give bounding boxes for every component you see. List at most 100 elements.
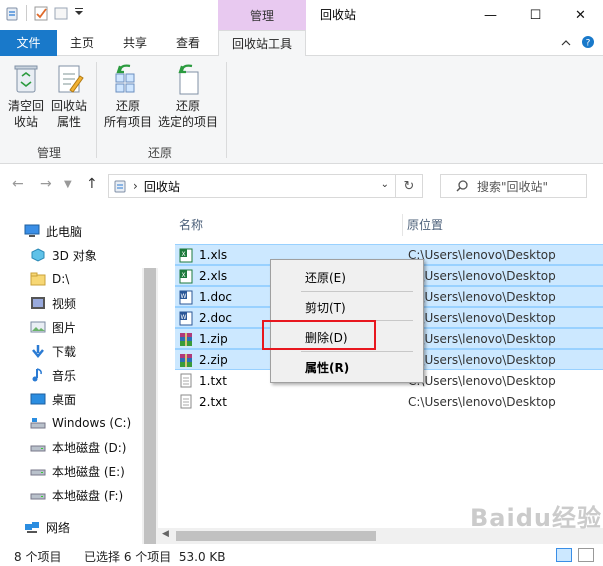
svg-text:?: ? [586,39,591,49]
column-header-name[interactable]: 名称 [179,216,203,236]
recent-dropdown-icon[interactable]: ▼ [64,179,72,190]
empty-bin-icon [10,62,42,96]
computer-icon [24,224,40,238]
nav-label: 本地磁盘 (F:) [52,488,124,503]
nav-scrollbar-thumb[interactable] [144,268,156,544]
video-icon [30,296,46,310]
nav-item-this-pc[interactable]: 此电脑 [24,220,82,242]
svg-text:W: W [181,293,187,300]
table-row[interactable]: 2.txt C:\Users\lenovo\Desktop [175,391,603,412]
group-label-manage: 管理 [37,146,62,160]
file-name: 1.zip [199,331,228,346]
nav-item-network[interactable]: 网络 [24,516,70,538]
text-file-icon [179,373,193,388]
nav-item-videos[interactable]: 视频 [30,292,76,314]
address-box[interactable]: › 回收站 ⌄ [108,174,396,198]
nav-item-local-f[interactable]: 本地磁盘 (F:) [30,484,123,506]
ribbon-separator-2 [226,62,227,158]
empty-recycle-bin-button[interactable]: 清空回 收站 [6,62,46,130]
zip-archive-icon [179,353,193,368]
breadcrumb-chevron-icon[interactable]: › [133,179,138,193]
qat-dropdown-icon[interactable] [73,5,89,21]
file-name: 2.txt [199,394,227,409]
nav-item-local-d[interactable]: 本地磁盘 (D:) [30,436,126,458]
nav-label: Windows (C:) [52,416,132,430]
properties-icon [53,62,85,96]
word-file-icon: W [179,311,193,326]
back-arrow-icon[interactable]: ← [12,176,24,192]
file-location: C:\Users\lenovo\Desktop [408,352,556,367]
tab-recycle-bin-tools[interactable]: 回收站工具 [218,30,306,57]
menu-separator [301,291,413,292]
new-folder-icon[interactable] [53,5,69,21]
horizontal-scrollbar-thumb[interactable] [176,531,376,541]
tab-view[interactable]: 查看 [163,30,213,56]
tab-file[interactable]: 文件 [0,30,57,56]
nav-item-3d-objects[interactable]: 3D 对象 [30,244,97,266]
svg-text:X: X [181,251,185,258]
nav-item-desktop[interactable]: 桌面 [30,388,76,410]
recycle-bin-small-icon [113,179,127,193]
nav-item-music[interactable]: 音乐 [30,364,76,386]
refresh-icon[interactable]: ↻ [396,174,423,198]
bin-props-label-2: 属性 [56,115,81,129]
file-location: C:\Users\lenovo\Desktop [408,289,556,304]
nav-label: 本地磁盘 (D:) [52,440,127,455]
selection-info: 已选择 6 个项目 53.0 KB [84,550,226,564]
help-icon[interactable]: ? [581,35,595,52]
download-icon [30,344,46,358]
ribbon-right-icons: ? [561,35,595,52]
chevron-up-icon[interactable] [561,37,571,51]
group-label-restore: 还原 [148,146,173,160]
address-dropdown-icon[interactable]: ⌄ [381,179,389,190]
nav-label: 视频 [52,296,77,311]
zip-archive-icon [179,332,193,347]
file-location: C:\Users\lenovo\Desktop [408,268,556,283]
column-divider[interactable] [402,214,403,236]
nav-item-pictures[interactable]: 图片 [30,316,76,338]
restore-selected-label-2: 选定的项目 [157,115,218,129]
baidu-watermark: Baidu经验 [470,504,602,532]
nav-label: 本地磁盘 (E:) [52,464,125,479]
up-arrow-icon[interactable]: ↑ [86,176,98,192]
restore-selected-button[interactable]: 还原 选定的项目 [156,62,220,130]
nav-label: 3D 对象 [52,248,97,263]
menu-item-properties[interactable]: 属性(R) [305,359,349,376]
folder-icon [30,272,46,286]
tab-share[interactable]: 共享 [110,30,160,56]
nav-item-windows-c[interactable]: Windows (C:) [30,412,131,434]
scroll-left-icon[interactable]: ◀ [162,529,169,539]
details-view-icon[interactable] [556,548,572,562]
nav-label: 图片 [52,320,77,335]
excel-file-icon: X [179,248,193,263]
nav-scrollbar[interactable] [142,268,158,544]
ribbon-panel: 清空回 收站 回收站 属性 管理 还原 所有项目 还原 选定的项目 还原 [0,56,603,164]
restore-all-button[interactable]: 还原 所有项目 [102,62,154,130]
excel-file-icon: X [179,269,193,284]
quick-access-toolbar [4,5,89,21]
empty-bin-label-1: 清空回 [7,99,44,113]
file-name: 2.zip [199,352,228,367]
nav-item-d-drive[interactable]: D:\ [30,268,69,290]
menu-item-restore[interactable]: 还原(E) [305,269,346,286]
large-icons-view-icon[interactable] [578,548,594,562]
column-header-location[interactable]: 原位置 [407,216,443,236]
minimize-button[interactable]: — [468,0,513,30]
tab-home[interactable]: 主页 [57,30,107,56]
search-input[interactable]: 搜索"回收站" [440,174,587,198]
properties-check-icon[interactable] [33,5,49,21]
nav-item-local-e[interactable]: 本地磁盘 (E:) [30,460,125,482]
forward-arrow-icon[interactable]: → [40,176,52,192]
bin-properties-button[interactable]: 回收站 属性 [48,62,90,130]
breadcrumb-recycle-bin[interactable]: 回收站 [144,178,180,195]
menu-item-cut[interactable]: 剪切(T) [305,299,346,316]
close-button[interactable]: ✕ [558,0,603,30]
nav-item-downloads[interactable]: 下载 [30,340,76,362]
maximize-button[interactable]: ☐ [513,0,558,30]
menu-separator [301,351,413,352]
restore-all-icon [112,62,144,96]
nav-label: D:\ [52,272,70,286]
file-location: C:\Users\lenovo\Desktop [408,394,556,409]
music-note-icon [30,368,46,382]
text-file-icon [179,394,193,409]
